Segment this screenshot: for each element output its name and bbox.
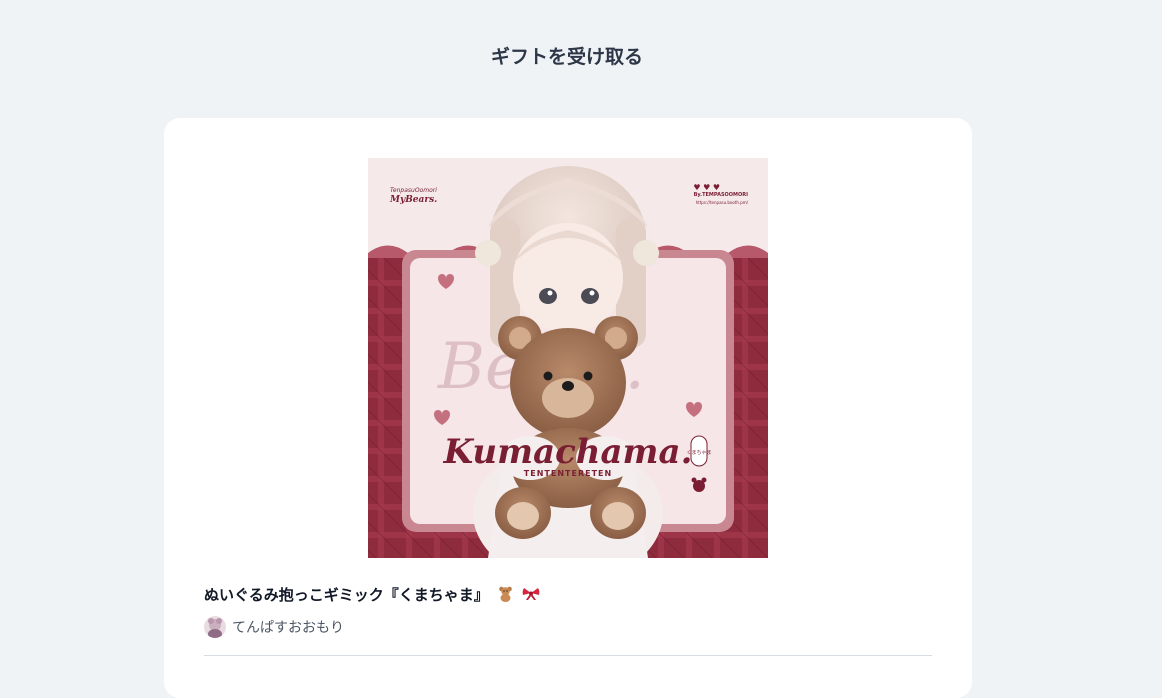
- shop-avatar: [204, 616, 226, 638]
- svg-text:TENTENTERETEN: TENTENTERETEN: [524, 469, 612, 478]
- svg-text:https://tenpasu.booth.pm/: https://tenpasu.booth.pm/: [696, 200, 749, 205]
- svg-text:♥ ♥ ♥: ♥ ♥ ♥: [693, 183, 720, 192]
- svg-text:くまちゃま: くまちゃま: [686, 450, 711, 456]
- svg-text:TenpasuOomori: TenpasuOomori: [390, 187, 437, 194]
- svg-text:Kumachama.: Kumachama.: [443, 432, 693, 472]
- teddy-bear-icon: [498, 586, 513, 606]
- product-name[interactable]: ぬいぐるみ抱っこギミック『くまちゃま』: [204, 584, 540, 606]
- product-image[interactable]: Bears. TenpasuOomori MyBears. ♥ ♥ ♥ By.T…: [368, 158, 768, 558]
- ribbon-icon: [522, 587, 540, 605]
- shop-name: てんぱすおおもり: [232, 620, 344, 636]
- svg-text:MyBears.: MyBears.: [389, 195, 437, 205]
- divider: [204, 655, 932, 656]
- product-name-text: ぬいぐるみ抱っこギミック『くまちゃま』: [204, 586, 489, 604]
- page-title: ギフトを受け取る: [490, 46, 643, 68]
- svg-text:By.TEMPASOOMORI: By.TEMPASOOMORI: [694, 192, 749, 198]
- shop-link[interactable]: てんぱすおおもり: [204, 616, 344, 638]
- gift-card: Bears. TenpasuOomori MyBears. ♥ ♥ ♥ By.T…: [164, 118, 972, 698]
